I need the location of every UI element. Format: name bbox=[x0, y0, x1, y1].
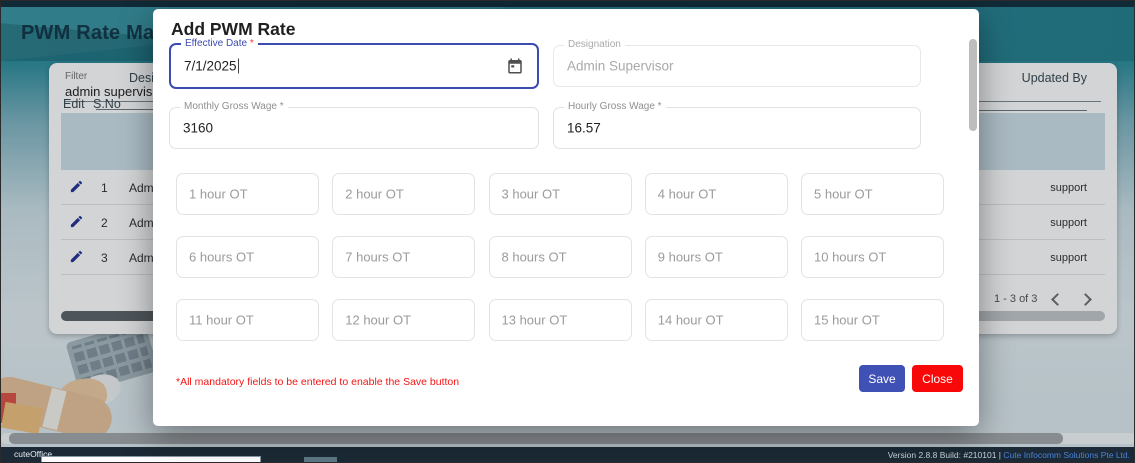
ot-input-5[interactable]: 5 hour OT bbox=[801, 173, 944, 215]
ot-input-12[interactable]: 12 hour OT bbox=[332, 299, 475, 341]
calendar-icon[interactable] bbox=[506, 57, 524, 75]
ot-input-9[interactable]: 9 hours OT bbox=[645, 236, 788, 278]
ot-input-2[interactable]: 2 hour OT bbox=[332, 173, 475, 215]
modal-title: Add PWM Rate bbox=[171, 19, 295, 40]
screen: PWM Rate Master Cancel Add PWM Rate Filt… bbox=[0, 0, 1135, 463]
ot-placeholder: 9 hours OT bbox=[658, 250, 723, 265]
ot-input-7[interactable]: 7 hours OT bbox=[332, 236, 475, 278]
ot-placeholder: 15 hour OT bbox=[814, 313, 880, 328]
ot-placeholder: 2 hour OT bbox=[345, 187, 404, 202]
save-button[interactable]: Save bbox=[859, 365, 905, 392]
ot-input-3[interactable]: 3 hour OT bbox=[489, 173, 632, 215]
hourly-gross-wage-field[interactable]: Hourly Gross Wage * 16.57 bbox=[553, 107, 921, 149]
ot-input-6[interactable]: 6 hours OT bbox=[176, 236, 319, 278]
designation-label: Designation bbox=[564, 39, 625, 50]
ot-input-8[interactable]: 8 hours OT bbox=[489, 236, 632, 278]
ot-placeholder: 4 hour OT bbox=[658, 187, 717, 202]
status-bar: cuteOffice Version 2.8.8 Build: #210101 … bbox=[1, 447, 1135, 463]
text-caret bbox=[238, 59, 239, 74]
ot-placeholder: 10 hours OT bbox=[814, 250, 886, 265]
taskbar-fragment bbox=[41, 456, 261, 463]
effective-date-value[interactable]: 7/1/2025 bbox=[184, 59, 239, 74]
designation-field: Designation Admin Supervisor bbox=[553, 45, 921, 87]
monthly-gross-wage-field[interactable]: Monthly Gross Wage * 3160 bbox=[169, 107, 539, 149]
ot-placeholder: 12 hour OT bbox=[345, 313, 411, 328]
ot-placeholder: 8 hours OT bbox=[502, 250, 567, 265]
effective-date-field[interactable]: Effective Date * 7/1/2025 bbox=[169, 43, 539, 89]
ot-placeholder: 7 hours OT bbox=[345, 250, 410, 265]
effective-date-label: Effective Date * bbox=[181, 38, 258, 49]
mandatory-fields-note: *All mandatory fields to be entered to e… bbox=[176, 376, 459, 388]
ot-input-15[interactable]: 15 hour OT bbox=[801, 299, 944, 341]
ot-placeholder: 13 hour OT bbox=[502, 313, 568, 328]
modal-scrollbar-thumb[interactable] bbox=[969, 39, 977, 131]
designation-value: Admin Supervisor bbox=[567, 59, 674, 74]
monthly-gross-wage-value[interactable]: 3160 bbox=[183, 121, 213, 136]
add-pwm-rate-modal: Add PWM Rate Effective Date * 7/1/2025 D… bbox=[153, 9, 979, 426]
page-scrollbar-thumb[interactable] bbox=[9, 433, 1063, 444]
hourly-gross-wage-value[interactable]: 16.57 bbox=[567, 121, 601, 136]
ot-placeholder: 1 hour OT bbox=[189, 187, 248, 202]
company-link[interactable]: Cute Infocomm Solutions Pte Ltd. bbox=[1003, 450, 1130, 460]
taskbar-fragment bbox=[304, 457, 337, 463]
ot-placeholder: 6 hours OT bbox=[189, 250, 254, 265]
ot-placeholder: 3 hour OT bbox=[502, 187, 561, 202]
hourly-gross-wage-label: Hourly Gross Wage * bbox=[564, 101, 666, 112]
ot-placeholder: 11 hour OT bbox=[189, 313, 254, 328]
ot-placeholder: 5 hour OT bbox=[814, 187, 873, 202]
version-text: Version 2.8.8 Build: #210101 | Cute Info… bbox=[888, 450, 1130, 460]
ot-rate-grid: 1 hour OT 2 hour OT 3 hour OT 4 hour OT 5 ho… bbox=[176, 173, 944, 341]
close-button[interactable]: Close bbox=[912, 365, 963, 392]
ot-input-13[interactable]: 13 hour OT bbox=[489, 299, 632, 341]
ot-input-10[interactable]: 10 hours OT bbox=[801, 236, 944, 278]
ot-placeholder: 14 hour OT bbox=[658, 313, 724, 328]
ot-input-4[interactable]: 4 hour OT bbox=[645, 173, 788, 215]
ot-input-1[interactable]: 1 hour OT bbox=[176, 173, 319, 215]
ot-input-14[interactable]: 14 hour OT bbox=[645, 299, 788, 341]
ot-input-11[interactable]: 11 hour OT bbox=[176, 299, 319, 341]
monthly-gross-wage-label: Monthly Gross Wage * bbox=[180, 101, 288, 112]
